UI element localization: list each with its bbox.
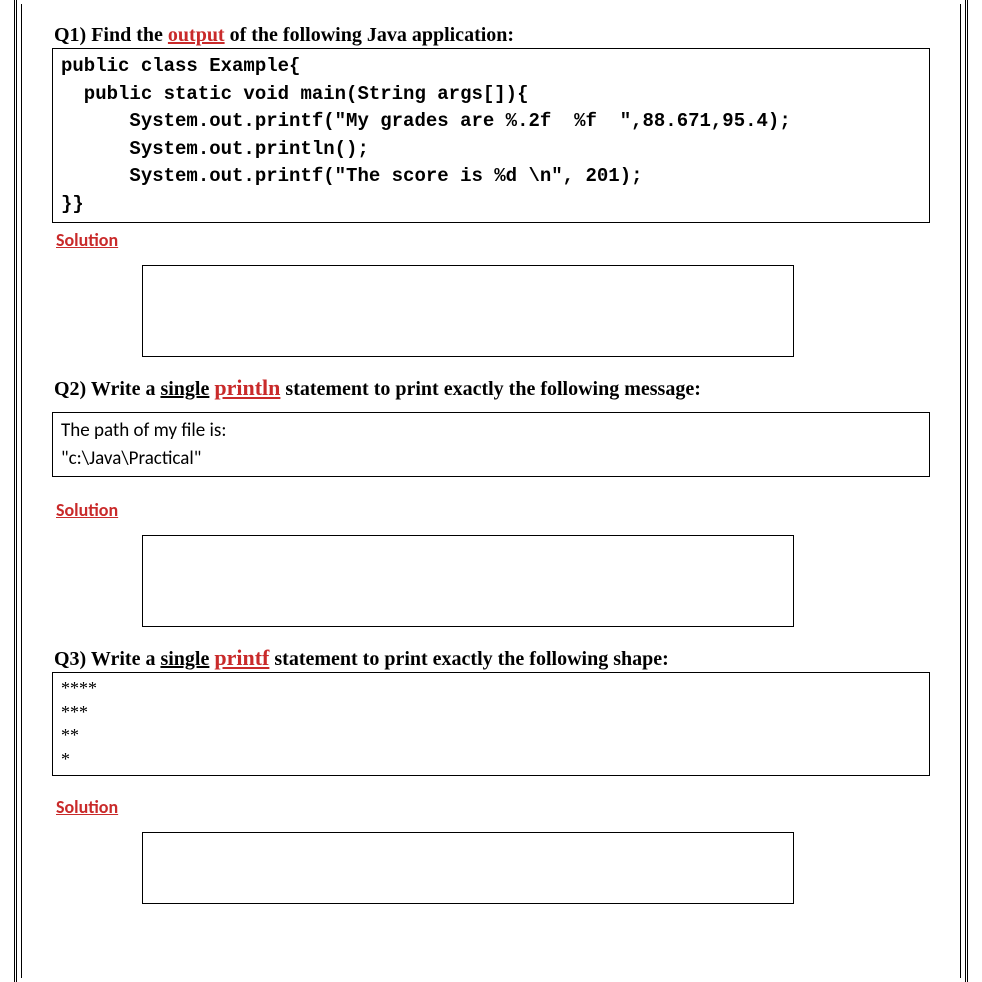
q2-heading-single: single — [160, 378, 209, 400]
q3-heading: Q3) Write a single printf statement to p… — [54, 645, 950, 671]
q1-heading: Q1) Find the output of the following Jav… — [54, 24, 950, 47]
q3-solution-label: Solution — [56, 796, 950, 818]
q1-answer-box[interactable] — [142, 265, 794, 357]
q2-solution-label: Solution — [56, 499, 950, 521]
q1-heading-red: output — [168, 24, 225, 46]
q1-heading-post: of the following Java application: — [225, 24, 514, 46]
q2-heading-post: statement to print exactly the following… — [280, 378, 700, 400]
q2-heading-pre: Q2) Write a — [54, 378, 160, 400]
q3-heading-red: printf — [214, 645, 269, 670]
q3-heading-single: single — [160, 648, 209, 670]
page-inner: Q1) Find the output of the following Jav… — [21, 4, 961, 978]
q3-heading-pre: Q3) Write a — [54, 648, 160, 670]
q3-shape-box: **** *** ** * — [52, 672, 930, 776]
q3-heading-post: statement to print exactly the following… — [269, 648, 668, 670]
q2-heading-red: println — [214, 375, 280, 400]
q1-heading-pre: Q1) Find the — [54, 24, 168, 46]
q1-code-box: public class Example{ public static void… — [52, 48, 930, 223]
q2-answer-box[interactable] — [142, 535, 794, 627]
page-outer-border: Q1) Find the output of the following Jav… — [14, 0, 968, 982]
q2-message-box: The path of my file is: "c:\Java\Practic… — [52, 412, 930, 477]
q3-answer-box[interactable] — [142, 832, 794, 904]
q2-heading: Q2) Write a single println statement to … — [54, 375, 950, 401]
q1-solution-label: Solution — [56, 229, 950, 251]
